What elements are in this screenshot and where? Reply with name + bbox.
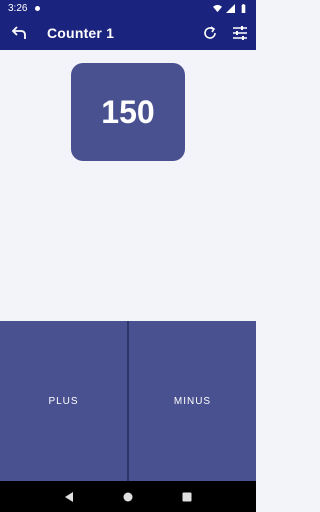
battery-icon [241, 3, 246, 13]
nav-back-icon [65, 491, 74, 502]
nav-home-button[interactable] [120, 489, 136, 505]
counter-value-display: 150 [71, 63, 185, 161]
status-time: 3:26 [8, 2, 28, 14]
nav-home-icon [123, 492, 133, 501]
minus-label: MINUS [173, 395, 212, 407]
notification-dot-icon [35, 5, 41, 11]
nav-recents-icon [182, 492, 192, 501]
settings-button[interactable] [230, 23, 250, 43]
nav-recents-button[interactable] [179, 489, 195, 505]
minus-button[interactable]: MINUS [128, 321, 256, 481]
tune-icon [233, 26, 247, 40]
nav-back-button[interactable] [61, 489, 77, 505]
app-bar: Counter 1 [0, 16, 256, 50]
refresh-icon [204, 26, 216, 39]
counter-value: 150 [101, 93, 155, 130]
back-arrow-icon [11, 26, 26, 39]
status-icons [213, 3, 248, 13]
counter-buttons: PLUS MINUS [0, 321, 256, 481]
app-bar-actions [200, 23, 250, 43]
wifi-icon [213, 4, 222, 12]
plus-button[interactable]: PLUS [0, 321, 127, 481]
plus-label: PLUS [48, 395, 79, 407]
page-title: Counter 1 [47, 25, 115, 41]
back-button[interactable] [9, 23, 29, 43]
reset-button[interactable] [200, 23, 220, 43]
signal-icon [226, 3, 235, 13]
system-nav-bar [0, 481, 256, 512]
status-bar: 3:26 [0, 0, 256, 16]
